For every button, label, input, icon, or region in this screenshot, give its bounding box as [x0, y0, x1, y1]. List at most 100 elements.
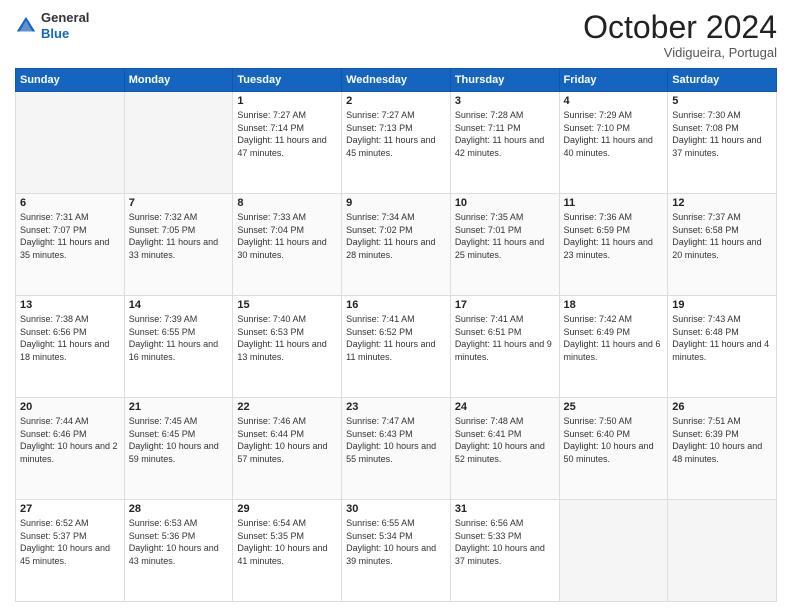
day-number: 17 — [455, 299, 555, 311]
calendar-cell: 28 Sunrise: 6:53 AMSunset: 5:36 PMDayligh… — [124, 500, 233, 602]
day-number: 28 — [129, 503, 229, 515]
calendar-cell: 10 Sunrise: 7:35 AMSunset: 7:01 PMDayligh… — [450, 194, 559, 296]
calendar-cell: 24Sunrise: 7:48 AMSunset: 6:41 PMDayligh… — [450, 398, 559, 500]
day-number: 2 — [346, 95, 446, 107]
day-number: 1 — [237, 95, 337, 107]
cell-content: Sunrise: 7:28 AMSunset: 7:11 PMDaylight:… — [455, 109, 555, 159]
calendar-cell: 25 Sunrise: 7:50 AMSunset: 6:40 PMDayligh… — [559, 398, 668, 500]
calendar-cell: 20 Sunrise: 7:44 AMSunset: 6:46 PMDayligh… — [16, 398, 125, 500]
calendar-cell: 12Sunrise: 7:37 AMSunset: 6:58 PMDayligh… — [668, 194, 777, 296]
cell-content: Sunrise: 7:35 AMSunset: 7:01 PMDaylight:… — [455, 211, 555, 261]
day-number: 27 — [20, 503, 120, 515]
cell-content: Sunrise: 7:27 AMSunset: 7:13 PMDaylight:… — [346, 109, 446, 159]
day-number: 29 — [237, 503, 337, 515]
cell-content: Sunrise: 7:33 AMSunset: 7:04 PMDaylight:… — [237, 211, 337, 261]
cell-content: Sunrise: 7:44 AMSunset: 6:46 PMDaylight:… — [20, 415, 120, 465]
calendar-cell: 16 Sunrise: 7:41 AMSunset: 6:52 PMDayligh… — [342, 296, 451, 398]
day-number: 8 — [237, 197, 337, 209]
day-number: 14 — [129, 299, 229, 311]
calendar-cell: 8 Sunrise: 7:33 AMSunset: 7:04 PMDaylight… — [233, 194, 342, 296]
header: General Blue October 2024 Vidigueira, Po… — [15, 10, 777, 60]
calendar-week-2: 6 Sunrise: 7:31 AMSunset: 7:07 PMDaylight… — [16, 194, 777, 296]
day-number: 4 — [564, 95, 664, 107]
day-number: 22 — [237, 401, 337, 413]
cell-content: Sunrise: 7:30 AMSunset: 7:08 PMDaylight:… — [672, 109, 772, 159]
day-number: 10 — [455, 197, 555, 209]
calendar-cell: 21 Sunrise: 7:45 AMSunset: 6:45 PMDayligh… — [124, 398, 233, 500]
calendar-cell: 17 Sunrise: 7:41 AMSunset: 6:51 PMDayligh… — [450, 296, 559, 398]
calendar-cell: 7 Sunrise: 7:32 AMSunset: 7:05 PMDaylight… — [124, 194, 233, 296]
day-number: 23 — [346, 401, 446, 413]
day-header-friday: Friday — [559, 69, 668, 92]
logo-blue: Blue — [41, 26, 69, 41]
day-number: 18 — [564, 299, 664, 311]
calendar-cell: 19 Sunrise: 7:43 AMSunset: 6:48 PMDayligh… — [668, 296, 777, 398]
calendar-cell: 26 Sunrise: 7:51 AMSunset: 6:39 PMDayligh… — [668, 398, 777, 500]
day-number: 5 — [672, 95, 772, 107]
cell-content: Sunrise: 6:53 AMSunset: 5:36 PMDaylight:… — [129, 517, 229, 567]
calendar-cell: 18Sunrise: 7:42 AMSunset: 6:49 PMDayligh… — [559, 296, 668, 398]
cell-content: Sunrise: 7:43 AMSunset: 6:48 PMDaylight:… — [672, 313, 772, 363]
calendar-cell: 29 Sunrise: 6:54 AMSunset: 5:35 PMDayligh… — [233, 500, 342, 602]
cell-content: Sunrise: 7:32 AMSunset: 7:05 PMDaylight:… — [129, 211, 229, 261]
logo-general: General — [41, 10, 89, 25]
cell-content: Sunrise: 7:51 AMSunset: 6:39 PMDaylight:… — [672, 415, 772, 465]
day-number: 26 — [672, 401, 772, 413]
cell-content: Sunrise: 7:27 AMSunset: 7:14 PMDaylight:… — [237, 109, 337, 159]
page: General Blue October 2024 Vidigueira, Po… — [0, 0, 792, 612]
calendar-cell — [124, 92, 233, 194]
cell-content: Sunrise: 7:39 AMSunset: 6:55 PMDaylight:… — [129, 313, 229, 363]
day-header-thursday: Thursday — [450, 69, 559, 92]
cell-content: Sunrise: 7:41 AMSunset: 6:51 PMDaylight:… — [455, 313, 555, 363]
calendar-cell: 5 Sunrise: 7:30 AMSunset: 7:08 PMDaylight… — [668, 92, 777, 194]
calendar-cell — [668, 500, 777, 602]
day-number: 30 — [346, 503, 446, 515]
calendar-week-5: 27Sunrise: 6:52 AMSunset: 5:37 PMDayligh… — [16, 500, 777, 602]
calendar-cell: 6 Sunrise: 7:31 AMSunset: 7:07 PMDaylight… — [16, 194, 125, 296]
calendar-cell: 27Sunrise: 6:52 AMSunset: 5:37 PMDayligh… — [16, 500, 125, 602]
day-number: 25 — [564, 401, 664, 413]
cell-content: Sunrise: 7:48 AMSunset: 6:41 PMDaylight:… — [455, 415, 555, 465]
cell-content: Sunrise: 7:38 AMSunset: 6:56 PMDaylight:… — [20, 313, 120, 363]
cell-content: Sunrise: 7:45 AMSunset: 6:45 PMDaylight:… — [129, 415, 229, 465]
calendar-cell: 4 Sunrise: 7:29 AMSunset: 7:10 PMDaylight… — [559, 92, 668, 194]
logo: General Blue — [15, 10, 89, 41]
day-number: 21 — [129, 401, 229, 413]
cell-content: Sunrise: 7:37 AMSunset: 6:58 PMDaylight:… — [672, 211, 772, 261]
day-number: 11 — [564, 197, 664, 209]
calendar-cell: 2 Sunrise: 7:27 AMSunset: 7:13 PMDaylight… — [342, 92, 451, 194]
cell-content: Sunrise: 6:54 AMSunset: 5:35 PMDaylight:… — [237, 517, 337, 567]
day-number: 16 — [346, 299, 446, 311]
day-number: 19 — [672, 299, 772, 311]
calendar-cell: 11Sunrise: 7:36 AMSunset: 6:59 PMDayligh… — [559, 194, 668, 296]
day-header-sunday: Sunday — [16, 69, 125, 92]
title-area: October 2024 Vidigueira, Portugal — [583, 10, 777, 60]
calendar-cell — [16, 92, 125, 194]
calendar-cell: 22 Sunrise: 7:46 AMSunset: 6:44 PMDayligh… — [233, 398, 342, 500]
calendar-cell: 1 Sunrise: 7:27 AMSunset: 7:14 PMDaylight… — [233, 92, 342, 194]
day-number: 15 — [237, 299, 337, 311]
calendar-cell: 9Sunrise: 7:34 AMSunset: 7:02 PMDaylight… — [342, 194, 451, 296]
calendar-week-3: 13 Sunrise: 7:38 AMSunset: 6:56 PMDayligh… — [16, 296, 777, 398]
calendar-cell: 3 Sunrise: 7:28 AMSunset: 7:11 PMDaylight… — [450, 92, 559, 194]
cell-content: Sunrise: 7:41 AMSunset: 6:52 PMDaylight:… — [346, 313, 446, 363]
day-number: 20 — [20, 401, 120, 413]
day-number: 9 — [346, 197, 446, 209]
cell-content: Sunrise: 7:46 AMSunset: 6:44 PMDaylight:… — [237, 415, 337, 465]
calendar-cell: 14 Sunrise: 7:39 AMSunset: 6:55 PMDayligh… — [124, 296, 233, 398]
cell-content: Sunrise: 7:29 AMSunset: 7:10 PMDaylight:… — [564, 109, 664, 159]
day-header-monday: Monday — [124, 69, 233, 92]
cell-content: Sunrise: 6:55 AMSunset: 5:34 PMDaylight:… — [346, 517, 446, 567]
logo-icon — [15, 15, 37, 37]
calendar-week-4: 20 Sunrise: 7:44 AMSunset: 6:46 PMDayligh… — [16, 398, 777, 500]
month-title: October 2024 — [583, 10, 777, 45]
day-number: 7 — [129, 197, 229, 209]
calendar-cell — [559, 500, 668, 602]
calendar-cell: 13 Sunrise: 7:38 AMSunset: 6:56 PMDayligh… — [16, 296, 125, 398]
day-number: 13 — [20, 299, 120, 311]
day-number: 3 — [455, 95, 555, 107]
day-number: 6 — [20, 197, 120, 209]
cell-content: Sunrise: 7:31 AMSunset: 7:07 PMDaylight:… — [20, 211, 120, 261]
cell-content: Sunrise: 7:50 AMSunset: 6:40 PMDaylight:… — [564, 415, 664, 465]
day-header-wednesday: Wednesday — [342, 69, 451, 92]
